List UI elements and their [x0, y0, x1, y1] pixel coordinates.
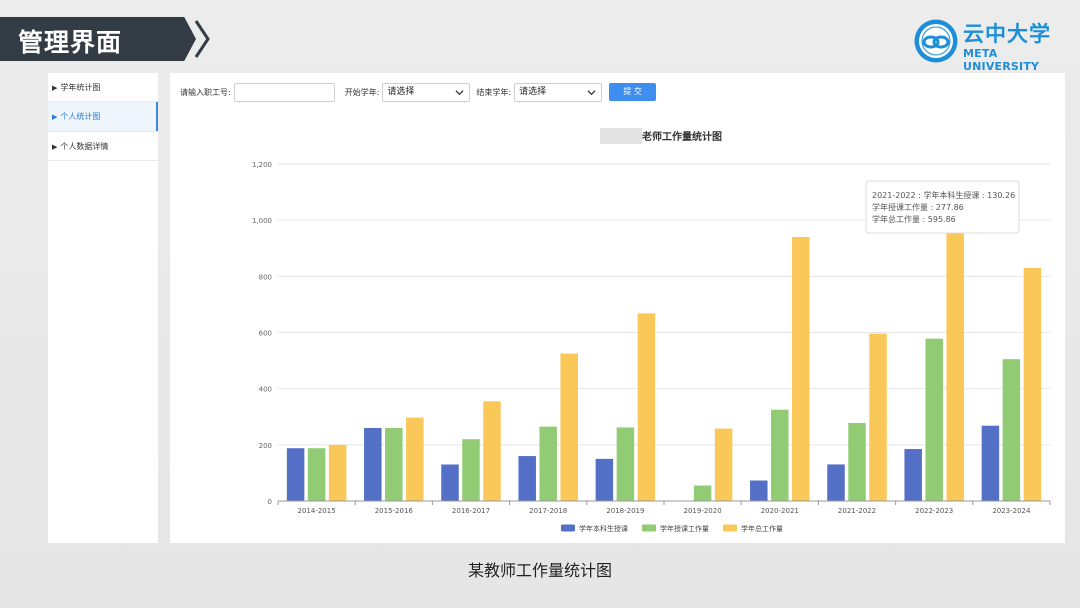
legend-label: 学年总工作量: [741, 524, 783, 533]
chart-tooltip: 2021-2022 : 学年本科生授课 : 130.26 学年授课工作量 : 2…: [865, 180, 1020, 234]
triangle-right-icon: ▶: [52, 84, 58, 92]
x-tick-label: 2023-2024: [992, 507, 1031, 515]
sidebar-item-label: 个人数据详情: [60, 142, 109, 151]
y-axis: 0 200 400 600 800 1,000 1,200: [252, 161, 272, 506]
main-panel: 请输入职工号: 开始学年: 请选择 结束学年: 请选择 提 交 老师工作量统计图…: [170, 73, 1065, 543]
bar: [385, 427, 403, 501]
sidebar: ▶ 学年统计图 ▶ 个人统计图 ▶ 个人数据详情: [48, 73, 158, 543]
x-tick-label: 2019-2020: [684, 507, 722, 515]
x-tick-label: 2022-2023: [915, 507, 953, 515]
bar: [539, 426, 557, 501]
x-tick-label: 2020-2021: [761, 507, 799, 515]
bar: [1002, 359, 1021, 501]
x-tick-label: 2021-2022: [838, 507, 876, 515]
logo-name-cn: 云中大学: [963, 22, 1051, 46]
chart-legend: 学年本科生授课 学年授课工作量 学年总工作量: [561, 524, 783, 533]
y-tick-label: 1,200: [252, 161, 272, 169]
legend-label: 学年本科生授课: [579, 524, 628, 533]
legend-label: 学年授课工作量: [660, 524, 709, 533]
bar: [827, 464, 845, 501]
bar: [286, 448, 305, 501]
bar: [637, 313, 656, 501]
bar: [904, 449, 922, 501]
sidebar-item-yearly-chart[interactable]: ▶ 学年统计图: [48, 73, 158, 102]
bar: [462, 439, 480, 501]
triangle-right-icon: ▶: [52, 143, 58, 151]
y-tick-label: 200: [259, 442, 272, 450]
legend-swatch: [642, 524, 656, 532]
bar: [518, 456, 536, 501]
bar: [981, 425, 1000, 501]
tooltip-line-3: 学年总工作量 : 595.86: [872, 214, 956, 224]
tooltip-line-1: 2021-2022 : 学年本科生授课 : 130.26: [872, 190, 1015, 200]
bar: [560, 353, 578, 501]
university-logo: 云中大学 META UNIVERSITY: [913, 18, 1063, 73]
bar: [925, 338, 943, 501]
y-tick-label: 0: [268, 498, 272, 506]
bar: [364, 427, 382, 501]
header-banner: 管理界面: [0, 17, 212, 61]
legend-swatch: [561, 524, 575, 532]
sidebar-item-label: 个人统计图: [60, 112, 101, 121]
page-title: 管理界面: [18, 28, 123, 57]
logo-name-en: META UNIVERSITY: [963, 47, 1040, 73]
bar: [616, 427, 635, 501]
bar: [750, 480, 768, 501]
university-seal-icon: [914, 19, 958, 63]
y-tick-label: 1,000: [252, 217, 272, 225]
bar: [869, 333, 887, 501]
bar: [595, 458, 614, 501]
chart-bars: [286, 222, 1042, 501]
triangle-right-icon: ▶: [52, 113, 58, 121]
bar: [693, 485, 712, 501]
bar: [946, 222, 964, 501]
workload-bar-chart: 老师工作量统计图 0 200 400 600 800 1,000 1,200 2014-20…: [252, 128, 1051, 533]
bar: [848, 422, 866, 501]
x-tick-label: 2014-2015: [298, 507, 336, 515]
y-tick-label: 600: [259, 330, 272, 338]
bar: [307, 448, 326, 501]
legend-swatch: [723, 524, 737, 532]
bar: [792, 237, 810, 501]
bar: [328, 444, 347, 501]
x-tick-label: 2015-2016: [375, 507, 414, 515]
sidebar-item-personal-details[interactable]: ▶ 个人数据详情: [48, 132, 158, 161]
bar: [771, 409, 789, 501]
y-tick-label: 400: [259, 386, 272, 394]
sidebar-item-label: 学年统计图: [60, 83, 101, 92]
x-tick-label: 2018-2019: [606, 507, 644, 515]
bar: [483, 401, 501, 501]
bar: [406, 417, 424, 501]
bar: [1023, 267, 1042, 501]
chart-title: 老师工作量统计图: [641, 130, 722, 143]
bar: [441, 464, 459, 501]
x-tick-label: 2016-2017: [452, 507, 490, 515]
tooltip-line-2: 学年授课工作量 : 277.86: [872, 202, 964, 212]
bar: [714, 428, 733, 501]
x-axis: 2014-2015 2015-2016 2016-2017 2017-2018 2018…: [277, 500, 1051, 515]
x-tick-label: 2017-2018: [529, 507, 567, 515]
chevron-right-icon: [194, 20, 210, 58]
blurred-name-mask: [600, 128, 642, 144]
y-tick-label: 800: [259, 273, 272, 281]
figure-caption: 某教师工作量统计图: [467, 561, 612, 580]
sidebar-item-personal-chart[interactable]: ▶ 个人统计图: [48, 102, 158, 132]
